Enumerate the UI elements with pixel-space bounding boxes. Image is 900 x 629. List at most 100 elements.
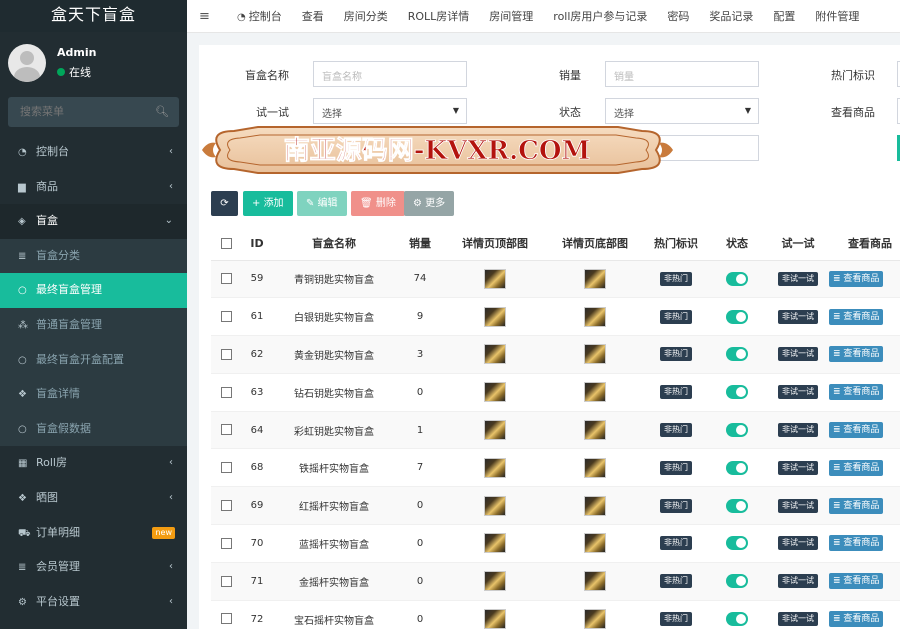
row-checkbox[interactable] (220, 499, 232, 511)
sidebar-item-normal-blindbox[interactable]: ⁂ 普通盲盒管理 (0, 308, 187, 343)
bottom-image-thumbnail[interactable] (584, 420, 606, 441)
table-row[interactable]: 72 宝石摇杆实物盲盒 0 非热门 非试一试 ≣ 查看商品 (211, 600, 900, 629)
bottom-image-thumbnail[interactable] (584, 382, 606, 403)
column-header[interactable]: 销量 (395, 227, 445, 261)
sidebar-item-blindbox-detail[interactable]: ❖ 盲盒详情 (0, 377, 187, 412)
view-goods-button[interactable]: ≣ 查看商品 (829, 611, 884, 628)
view-goods-button[interactable]: ≣ 查看商品 (829, 308, 884, 325)
sidebar-item-dashboard[interactable]: ◔ 控制台 ‹ (0, 135, 187, 170)
table-row[interactable]: 63 钻石钥匙实物盲盒 0 非热门 非试一试 ≣ 查看商品 (211, 373, 900, 412)
view-goods-button[interactable]: ≣ 查看商品 (829, 270, 884, 287)
column-header[interactable]: 盲盒名称 (273, 227, 395, 261)
top-nav-item[interactable]: 奖品记录 (709, 0, 753, 32)
sidebar-item-roll[interactable]: ▦ Roll房 ‹ (0, 446, 187, 481)
bottom-image-thumbnail[interactable] (584, 268, 606, 289)
status-toggle[interactable] (726, 423, 748, 438)
delete-button[interactable]: 🗑︎ 删除 (351, 191, 405, 216)
top-nav-item[interactable]: 查看 (302, 0, 324, 32)
row-checkbox[interactable] (220, 575, 232, 587)
top-nav-item[interactable]: 房间管理 (489, 0, 533, 32)
top-image-thumbnail[interactable] (484, 420, 506, 441)
app-logo[interactable]: 盒天下盲盒 (0, 0, 187, 32)
status-toggle[interactable] (726, 536, 748, 551)
bottom-image-thumbnail[interactable] (584, 609, 606, 629)
status-toggle[interactable] (726, 309, 748, 324)
view-goods-button[interactable]: ≣ 查看商品 (829, 497, 884, 514)
more-button[interactable]: ⚙ 更多 (404, 191, 455, 216)
table-row[interactable]: 64 彩虹钥匙实物盲盒 1 非热门 非试一试 ≣ 查看商品 (211, 411, 900, 450)
column-header[interactable]: 状态 (707, 227, 767, 261)
top-image-thumbnail[interactable] (484, 533, 506, 554)
view-goods-button[interactable]: ≣ 查看商品 (829, 535, 884, 552)
sidebar-item-members[interactable]: ≣ 会员管理 ‹ (0, 550, 187, 585)
top-nav-item[interactable]: 配置 (773, 0, 795, 32)
row-checkbox[interactable] (220, 348, 232, 360)
table-row[interactable]: 59 青铜钥匙实物盲盒 74 非热门 非试一试 ≣ 查看商品 (211, 260, 900, 299)
search-icon[interactable]: 🔍︎ (155, 105, 169, 118)
top-image-thumbnail[interactable] (484, 306, 506, 327)
sidebar-item-showcase[interactable]: ❖ 晒图 ‹ (0, 481, 187, 516)
hamburger-icon[interactable]: ≡ (199, 9, 210, 24)
column-header[interactable]: 详情页顶部图 (445, 227, 545, 261)
refresh-button[interactable]: ⟳ (211, 191, 238, 216)
top-image-thumbnail[interactable] (484, 495, 506, 516)
sidebar-item-orders[interactable]: ⛟ 订单明细 new (0, 516, 187, 551)
column-header[interactable]: 详情页底部图 (545, 227, 645, 261)
row-checkbox[interactable] (220, 613, 232, 625)
row-checkbox[interactable] (220, 424, 232, 436)
bottom-image-thumbnail[interactable] (584, 344, 606, 365)
sidebar-item-goods[interactable]: ▆ 商品 ‹ (0, 170, 187, 205)
status-toggle[interactable] (726, 271, 748, 286)
bottom-image-thumbnail[interactable] (584, 495, 606, 516)
row-checkbox[interactable] (220, 537, 232, 549)
table-row[interactable]: 71 金摇杆实物盲盒 0 非热门 非试一试 ≣ 查看商品 (211, 562, 900, 601)
row-checkbox[interactable] (220, 462, 232, 474)
column-header[interactable]: 试一试 (767, 227, 829, 261)
status-toggle[interactable] (726, 347, 748, 362)
row-checkbox[interactable] (220, 273, 232, 285)
table-row[interactable]: 70 蓝摇杆实物盲盒 0 非热门 非试一试 ≣ 查看商品 (211, 524, 900, 563)
top-image-thumbnail[interactable] (484, 457, 506, 478)
bottom-image-thumbnail[interactable] (584, 306, 606, 327)
bottom-image-thumbnail[interactable] (584, 533, 606, 554)
sidebar-item-settings[interactable]: ⚙ 平台设置 ‹ (0, 585, 187, 620)
table-row[interactable]: 69 红摇杆实物盲盒 0 非热门 非试一试 ≣ 查看商品 (211, 486, 900, 526)
bottom-image-thumbnail[interactable] (584, 457, 606, 478)
view-goods-button[interactable]: ≣ 查看商品 (829, 346, 884, 363)
status-toggle[interactable] (726, 612, 748, 627)
sidebar-item-blindbox-category[interactable]: ≣ 盲盒分类 (0, 239, 187, 274)
add-button[interactable]: + 添加 (243, 191, 293, 216)
select-all-checkbox[interactable] (220, 238, 232, 250)
name-filter-input[interactable]: 盲盒名称 (313, 61, 467, 87)
sidebar-item-fake-data[interactable]: ○ 盲盒假数据 (0, 412, 187, 447)
top-image-thumbnail[interactable] (484, 344, 506, 365)
top-image-thumbnail[interactable] (484, 571, 506, 592)
view-goods-button[interactable]: ≣ 查看商品 (829, 459, 884, 476)
table-row[interactable]: 61 白银钥匙实物盲盒 9 非热门 非试一试 ≣ 查看商品 (211, 297, 900, 337)
top-nav-item[interactable]: ◔ 控制台 (237, 0, 282, 32)
view-goods-button[interactable]: ≣ 查看商品 (829, 573, 884, 590)
table-row[interactable]: 62 黄金钥匙实物盲盒 3 非热门 非试一试 ≣ 查看商品 (211, 335, 900, 374)
view-goods-button[interactable]: ≣ 查看商品 (829, 384, 884, 401)
top-nav-item[interactable]: ROLL房详情 (408, 0, 470, 32)
top-nav-item[interactable]: 附件管理 (815, 0, 859, 32)
top-nav-item[interactable]: 房间分类 (344, 0, 388, 32)
search-input[interactable] (8, 97, 148, 126)
edit-button[interactable]: ✎ 编辑 (297, 191, 347, 216)
sidebar-item-blindbox[interactable]: ◈ 盲盒 ⌄ (0, 204, 187, 239)
table-row[interactable]: 68 铁摇杆实物盲盒 7 非热门 非试一试 ≣ 查看商品 (211, 448, 900, 488)
top-image-thumbnail[interactable] (484, 609, 506, 629)
top-nav-item[interactable]: roll房用户参与记录 (553, 0, 647, 32)
status-toggle[interactable] (726, 498, 748, 513)
sidebar-item-final-blindbox[interactable]: ○ 最终盲盒管理 (0, 273, 187, 308)
sidebar-item-final-config[interactable]: ○ 最终盲盒开盒配置 (0, 343, 187, 378)
row-checkbox[interactable] (220, 386, 232, 398)
status-toggle[interactable] (726, 385, 748, 400)
view-goods-button[interactable]: ≣ 查看商品 (829, 422, 884, 439)
top-image-thumbnail[interactable] (484, 382, 506, 403)
bottom-image-thumbnail[interactable] (584, 571, 606, 592)
sales-filter-input[interactable]: 销量 (605, 61, 759, 87)
status-toggle[interactable] (726, 460, 748, 475)
column-header[interactable]: ID (241, 227, 273, 261)
top-nav-item[interactable]: 密码 (667, 0, 689, 32)
